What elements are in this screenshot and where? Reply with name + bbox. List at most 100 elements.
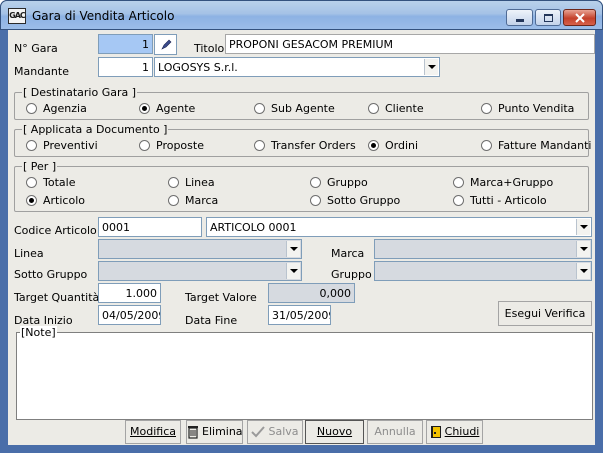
codice-articolo-label: Codice Articolo [14, 224, 97, 237]
radio-button-icon[interactable] [310, 195, 321, 206]
chevron-down-icon[interactable] [576, 241, 590, 257]
target-quantita-label: Target Quantità [14, 291, 100, 304]
radio-button-icon[interactable] [368, 140, 379, 151]
radio-button-icon[interactable] [168, 177, 179, 188]
esegui-verifica-button[interactable]: Esegui Verifica [498, 301, 592, 326]
radio-button-icon[interactable] [26, 140, 37, 151]
radio-button-icon[interactable] [168, 195, 179, 206]
notes-title: [Note] [20, 326, 57, 339]
radio-button-icon[interactable] [26, 195, 37, 206]
notes-area[interactable] [16, 332, 593, 420]
mandante-label: Mandante [14, 65, 69, 78]
radio-label: Proposte [156, 139, 204, 152]
maximize-icon [544, 14, 553, 22]
radio-button-icon[interactable] [481, 103, 492, 114]
bottom-toolbar: Modifica Elimina Salva Nuovo Annulla Chi… [8, 420, 595, 445]
target-valore-field[interactable]: 0,000 [268, 283, 355, 303]
linea-label: Linea [14, 247, 44, 260]
radio-button-icon[interactable] [481, 140, 492, 151]
titolo-label: Titolo [194, 42, 225, 55]
annulla-label: Annulla [374, 425, 416, 438]
radio-label: Cliente [385, 102, 424, 115]
app-icon: GAC [8, 8, 26, 24]
radio-button-icon[interactable] [139, 140, 150, 151]
data-inizio-field[interactable]: 04/05/2009 [98, 305, 161, 325]
close-icon [575, 13, 585, 23]
gruppo-combo[interactable] [374, 261, 592, 281]
form-body: N° Gara 1 Titolo PROPONI GESACOM PREMIUM… [8, 30, 595, 445]
target-valore-label: Target Valore [185, 291, 257, 304]
title-bar[interactable]: GAC Gara di Vendita Articolo [0, 0, 603, 30]
minimize-button[interactable] [506, 9, 533, 26]
gruppo-label: Gruppo [331, 268, 372, 281]
radio-label: Sotto Gruppo [327, 194, 401, 207]
radio-button-icon[interactable] [453, 177, 464, 188]
radio-button-icon[interactable] [26, 103, 37, 114]
chevron-down-icon[interactable] [576, 219, 590, 235]
maximize-button[interactable] [535, 9, 561, 26]
radio-label: Agenzia [43, 102, 87, 115]
data-fine-label: Data Fine [185, 314, 238, 327]
window: GAC Gara di Vendita Articolo N° Gara 1 T… [0, 0, 603, 453]
chevron-down-icon[interactable] [424, 59, 438, 75]
salva-button[interactable]: Salva [247, 420, 303, 444]
chevron-down-icon[interactable] [286, 241, 300, 257]
linea-combo[interactable] [98, 239, 302, 259]
radio-button-icon[interactable] [254, 103, 265, 114]
articolo-combo[interactable]: ARTICOLO 0001 [206, 217, 592, 237]
ngara-field[interactable]: 1 [98, 34, 153, 54]
elimina-button[interactable]: Elimina [186, 420, 243, 444]
trash-icon [188, 426, 198, 439]
sottogruppo-combo[interactable] [98, 261, 302, 281]
radio-label: Sub Agente [271, 102, 335, 115]
radio-label: Gruppo [327, 176, 368, 189]
radio-label: Tutti - Articolo [470, 194, 547, 207]
ngara-lookup-button[interactable] [154, 34, 177, 55]
radio-label: Totale [43, 176, 76, 189]
applicata-title: [ Applicata a Documento ] [22, 123, 169, 136]
annulla-button[interactable]: Annulla [367, 420, 423, 444]
data-fine-field[interactable]: 31/05/2009 [268, 305, 331, 325]
salva-label: Salva [268, 425, 299, 438]
chiudi-label: Chiudi [444, 425, 480, 438]
radio-label: Articolo [43, 194, 85, 207]
elimina-label: Elimina [202, 425, 243, 438]
chevron-down-icon[interactable] [576, 263, 590, 279]
radio-label: Transfer Orders [271, 139, 356, 152]
mandante-combo[interactable]: LOGOSYS S.r.l. [154, 57, 440, 77]
checkmark-icon [251, 426, 266, 438]
window-title: Gara di Vendita Articolo [32, 9, 175, 23]
marca-combo[interactable] [374, 239, 592, 259]
titolo-field[interactable]: PROPONI GESACOM PREMIUM [225, 34, 595, 54]
pen-icon [160, 39, 171, 50]
radio-label: Marca [185, 194, 219, 207]
nuovo-label: Nuovo [316, 425, 353, 438]
radio-button-icon[interactable] [139, 103, 150, 114]
radio-label: Marca+Gruppo [470, 176, 554, 189]
radio-button-icon[interactable] [310, 177, 321, 188]
radio-label: Punto Vendita [498, 102, 575, 115]
radio-button-icon[interactable] [453, 195, 464, 206]
destinatario-title: [ Destinatario Gara ] [22, 86, 138, 99]
ngara-label: N° Gara [14, 42, 58, 55]
radio-label: Ordini [385, 139, 419, 152]
marca-label: Marca [331, 247, 365, 260]
articolo-description: ARTICOLO 0001 [210, 221, 297, 234]
chiudi-button[interactable]: Chiudi [426, 420, 483, 444]
radio-button-icon[interactable] [254, 140, 265, 151]
per-title: [ Per ] [22, 160, 58, 173]
modifica-button[interactable]: Modifica [125, 420, 181, 444]
codice-articolo-field[interactable]: 0001 [98, 217, 202, 237]
radio-label: Agente [156, 102, 196, 115]
door-exit-icon [430, 426, 441, 438]
chevron-down-icon[interactable] [286, 263, 300, 279]
close-button[interactable] [563, 9, 596, 26]
sottogruppo-label: Sotto Gruppo [14, 268, 88, 281]
mandante-code-field[interactable]: 1 [98, 57, 153, 77]
radio-button-icon[interactable] [26, 177, 37, 188]
nuovo-button[interactable]: Nuovo [305, 420, 364, 444]
radio-label: Linea [185, 176, 215, 189]
target-quantita-field[interactable]: 1.000 [98, 283, 161, 303]
minimize-icon [516, 19, 524, 22]
radio-button-icon[interactable] [368, 103, 379, 114]
